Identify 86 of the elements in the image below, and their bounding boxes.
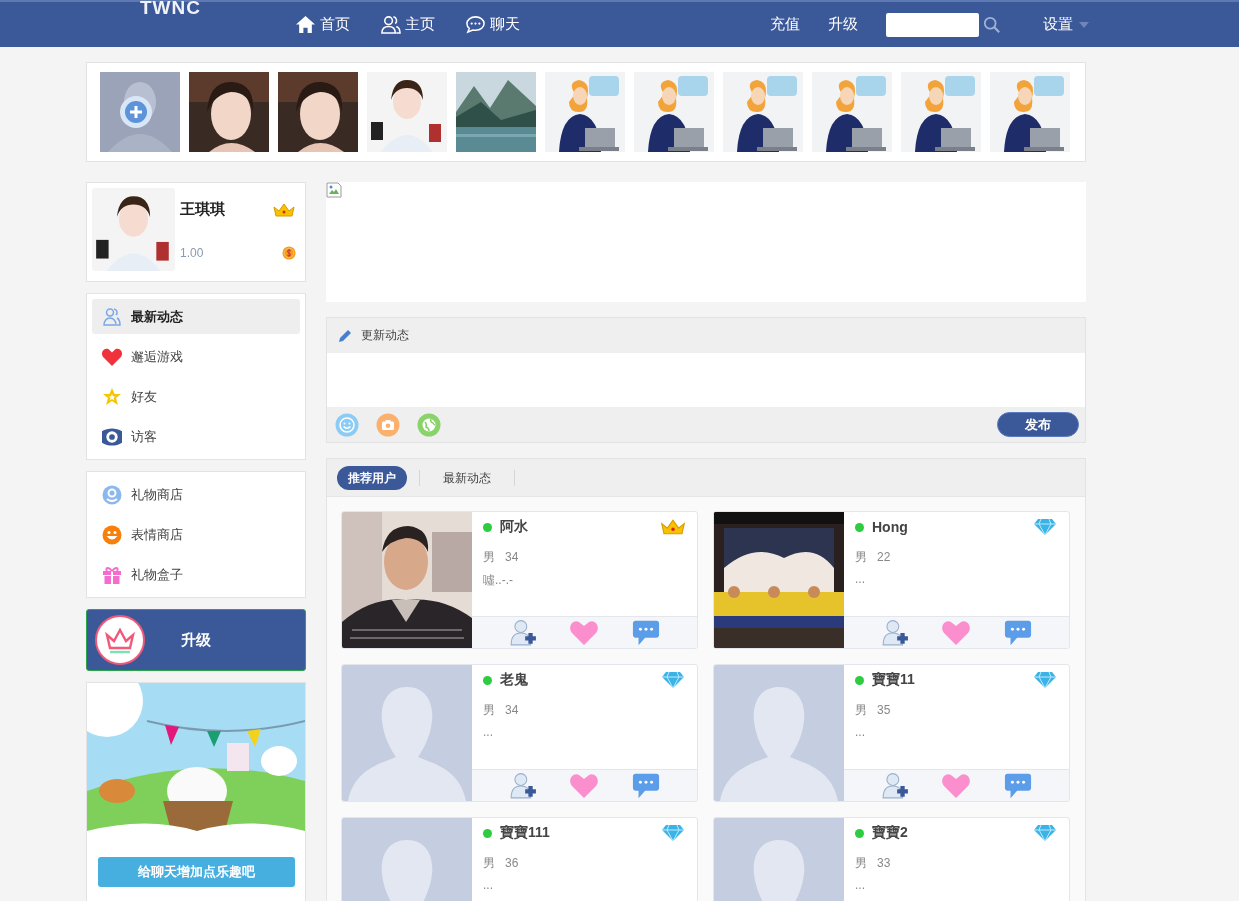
user-bio: ... xyxy=(854,878,866,894)
pencil-icon xyxy=(337,327,353,344)
user-name[interactable]: 寶寶111 xyxy=(500,824,550,842)
user-gender: 男 xyxy=(483,854,495,872)
user-age: 22 xyxy=(877,550,891,564)
camera-icon[interactable] xyxy=(376,412,400,437)
user-age: 36 xyxy=(505,856,519,870)
publish-button[interactable]: 发布 xyxy=(997,412,1079,437)
search-icon[interactable] xyxy=(983,15,1001,34)
user-name: 王琪琪 xyxy=(180,200,225,219)
upgrade-banner[interactable]: 升级 xyxy=(86,609,306,671)
eye-icon xyxy=(101,426,122,447)
message-icon[interactable] xyxy=(632,772,661,799)
user-gender: 男 xyxy=(855,854,867,872)
diamond-icon xyxy=(1033,518,1057,536)
people-icon xyxy=(101,306,122,327)
smiley-icon xyxy=(101,524,122,545)
nav-link[interactable]: 首页 xyxy=(295,15,350,34)
user-gender: 男 xyxy=(483,701,495,719)
menu-item[interactable]: 好友 xyxy=(92,379,300,414)
home-icon xyxy=(295,15,316,34)
add-story-thumbnail[interactable] xyxy=(100,72,180,152)
caret-icon xyxy=(1079,21,1089,28)
menu-item[interactable]: 礼物盒子 xyxy=(92,557,300,592)
user-name[interactable]: Hong xyxy=(872,519,908,535)
location-pin-icon xyxy=(101,484,122,505)
balance-amount: 1.00 xyxy=(180,246,204,260)
chat-bubble-icon xyxy=(465,15,486,34)
user-age: 35 xyxy=(877,703,891,717)
user-age: 34 xyxy=(505,703,519,717)
diamond-icon xyxy=(661,671,685,689)
composer-title: 更新动态 xyxy=(361,327,409,344)
tab[interactable]: 推荐用户 xyxy=(337,465,407,490)
user-gender: 男 xyxy=(855,548,867,566)
user-bio: 噓..-.- xyxy=(482,572,514,589)
upgrade-label: 升级 xyxy=(181,630,211,650)
user-age: 33 xyxy=(877,856,891,870)
add-friend-icon[interactable] xyxy=(880,619,909,646)
menu-item[interactable]: 礼物商店 xyxy=(92,477,300,512)
heart-icon xyxy=(101,346,122,367)
heart-icon[interactable] xyxy=(570,772,599,799)
nav-link[interactable]: 充值 xyxy=(770,15,800,34)
crown-icon xyxy=(661,518,685,536)
star-icon xyxy=(101,386,122,407)
user-bio: ... xyxy=(482,725,494,741)
nav-link[interactable]: 聊天 xyxy=(465,15,520,34)
user-icon xyxy=(380,15,401,34)
nav-link[interactable]: 主页 xyxy=(380,15,435,34)
menu-item[interactable]: 表情商店 xyxy=(92,517,300,552)
gift-icon xyxy=(101,564,122,585)
add-friend-icon[interactable] xyxy=(508,772,537,799)
smiley-icon[interactable] xyxy=(335,412,359,437)
message-icon[interactable] xyxy=(1004,619,1033,646)
add-friend-icon[interactable] xyxy=(508,619,537,646)
message-icon[interactable] xyxy=(1004,772,1033,799)
user-bio: ... xyxy=(854,572,866,588)
logo[interactable]: TWNC xyxy=(140,0,295,16)
diamond-icon xyxy=(661,824,685,842)
heart-icon[interactable] xyxy=(942,772,971,799)
diamond-icon xyxy=(1033,824,1057,842)
crown-icon xyxy=(272,201,296,218)
nav-link[interactable]: 升级 xyxy=(828,15,858,34)
heart-icon[interactable] xyxy=(570,619,599,646)
menu-item[interactable]: 最新动态 xyxy=(92,299,300,334)
user-gender: 男 xyxy=(855,701,867,719)
diamond-icon xyxy=(1033,671,1057,689)
crown-icon xyxy=(95,615,145,665)
add-friend-icon[interactable] xyxy=(880,772,909,799)
user-bio: ... xyxy=(854,725,866,741)
user-name[interactable]: 老鬼 xyxy=(500,671,528,689)
globe-icon[interactable] xyxy=(417,412,441,437)
user-gender: 男 xyxy=(483,548,495,566)
user-name[interactable]: 寶寶2 xyxy=(872,824,908,842)
coin-icon xyxy=(282,246,296,260)
tab[interactable]: 最新动态 xyxy=(432,465,502,490)
user-name[interactable]: 寶寶11 xyxy=(872,671,915,689)
search-field[interactable] xyxy=(886,12,979,37)
post-text-field[interactable] xyxy=(327,353,1085,407)
menu-item[interactable]: 访客 xyxy=(92,419,300,454)
heart-icon[interactable] xyxy=(942,619,971,646)
user-name[interactable]: 阿水 xyxy=(500,518,528,536)
menu-item[interactable]: 邂逅游戏 xyxy=(92,339,300,374)
settings-menu[interactable]: 设置 xyxy=(1043,15,1089,34)
user-age: 34 xyxy=(505,550,519,564)
message-icon[interactable] xyxy=(632,619,661,646)
user-bio: ... xyxy=(482,878,494,894)
